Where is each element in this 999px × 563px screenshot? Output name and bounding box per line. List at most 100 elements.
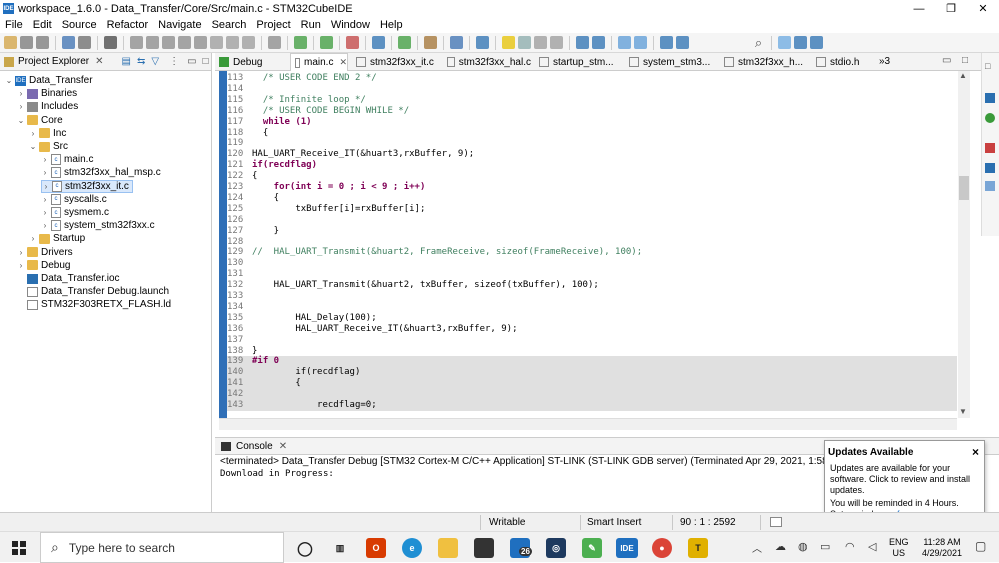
editor-tab[interactable]: stm32f3xx_it.c (352, 53, 440, 71)
chevron-right-icon[interactable]: › (42, 182, 50, 191)
perspective-a-icon[interactable] (778, 36, 791, 49)
cortana-icon[interactable]: ◯ (295, 538, 315, 558)
info-icon[interactable] (676, 36, 689, 49)
tree-item[interactable]: › Inc (29, 127, 67, 140)
chevron-down-icon[interactable]: ⌄ (29, 142, 37, 151)
menu-refactor[interactable]: Refactor (102, 19, 154, 31)
code-line[interactable]: 140 if(recdflag) (227, 367, 957, 379)
forward-icon[interactable] (634, 36, 647, 49)
volume-icon[interactable]: ◁ (868, 540, 876, 553)
code-line[interactable]: 124 { (227, 193, 957, 204)
toggle-mark-icon[interactable] (502, 36, 515, 49)
tree-item[interactable]: › c main.c (41, 153, 93, 166)
view-menu-icon[interactable]: ⋮ (169, 56, 179, 67)
code-line[interactable]: 134 (227, 302, 957, 313)
next-annotation-icon[interactable] (576, 36, 589, 49)
mail-icon[interactable]: 26 (510, 538, 532, 558)
menu-source[interactable]: Source (57, 19, 102, 31)
use-step-filters-icon[interactable] (268, 36, 281, 49)
pin-icon[interactable] (534, 36, 547, 49)
maximize-editor-icon[interactable]: □ (962, 55, 968, 66)
perspective-c-icon[interactable] (810, 36, 823, 49)
filter-icon[interactable]: ▽ (151, 56, 159, 67)
code-line[interactable]: 127 } (227, 226, 957, 237)
save-all-icon[interactable] (36, 36, 49, 49)
editor-tab[interactable]: stm32f3xx_h... (720, 53, 808, 71)
previous-annotation-icon[interactable] (592, 36, 605, 49)
chevron-right-icon[interactable]: › (41, 195, 49, 204)
problems-icon[interactable] (985, 143, 995, 153)
code-line[interactable]: 126 (227, 215, 957, 226)
code-line[interactable]: 119 (227, 138, 957, 149)
menu-search[interactable]: Search (207, 19, 252, 31)
menu-project[interactable]: Project (251, 19, 295, 31)
onedrive-icon[interactable]: ☁ (775, 540, 786, 553)
office-icon[interactable]: O (366, 538, 386, 558)
code-line[interactable]: 139 #if 0 (227, 356, 957, 368)
close-icon[interactable]: ✕ (279, 441, 287, 452)
pilcrow-icon[interactable] (550, 36, 563, 49)
task-view-icon[interactable]: ▥ (330, 538, 350, 558)
menu-file[interactable]: File (0, 19, 28, 31)
code-line[interactable]: 135 HAL_Delay(100); (227, 313, 957, 324)
tree-item[interactable]: › Startup (29, 232, 86, 245)
minimize-view-icon[interactable]: ▭ (187, 56, 196, 67)
tree-item[interactable]: › Debug (17, 259, 71, 272)
code-line[interactable]: 118 { (227, 128, 957, 139)
chevron-down-icon[interactable]: ⌄ (17, 116, 25, 125)
run-icon[interactable] (320, 36, 333, 49)
code-line[interactable]: 117 while (1) (227, 117, 957, 128)
stm32cubeide-icon[interactable]: IDE (616, 538, 638, 558)
menu-edit[interactable]: Edit (28, 19, 57, 31)
build-icon[interactable] (62, 36, 75, 49)
new-icon[interactable] (4, 36, 17, 49)
tab-overflow[interactable]: »3 (879, 56, 890, 67)
code-line[interactable]: 123 for(int i = 0 ; i < 9 ; i++) (227, 182, 957, 193)
project-explorer-tab[interactable]: Project Explorer ✕ ▤ ⇆ ▽ ⋮ ▭ □ (0, 53, 211, 71)
chevron-right-icon[interactable]: › (41, 208, 49, 217)
chevron-right-icon[interactable]: › (41, 221, 49, 230)
code-line[interactable]: 132 HAL_UART_Transmit(&huart2, txBuffer,… (227, 280, 957, 291)
code-line[interactable]: 115 /* Infinite loop */ (227, 95, 957, 106)
link-editor-icon[interactable]: ⇆ (137, 56, 145, 67)
code-line[interactable]: 122 { (227, 171, 957, 182)
collapse-all-icon[interactable]: ▤ (122, 56, 131, 67)
code-line[interactable]: 128 (227, 237, 957, 248)
windows-start-icon[interactable] (12, 541, 26, 555)
minimize-editor-icon[interactable]: ▭ (942, 55, 951, 66)
disconnect-icon[interactable] (194, 36, 207, 49)
tree-item[interactable]: › c sysmem.c (41, 206, 109, 219)
editor-tab[interactable]: system_stm3... (625, 53, 717, 71)
chevron-right-icon[interactable]: › (41, 168, 49, 177)
restore-icon[interactable]: □ (985, 61, 990, 71)
editor-tab[interactable]: startup_stm... (535, 53, 621, 71)
search-icon[interactable] (424, 36, 437, 49)
menu-window[interactable]: Window (326, 19, 375, 31)
tree-item[interactable]: Data_Transfer.ioc (17, 272, 120, 285)
toggle-highlight-icon[interactable] (518, 36, 531, 49)
tree-item[interactable]: ⌄ Core (17, 114, 63, 127)
tree-item[interactable]: › c stm32f3xx_hal_msp.c (41, 166, 161, 179)
wifi-icon[interactable]: ◠ (845, 540, 855, 553)
code-line[interactable]: 129 // HAL_UART_Transmit(&huart2, FrameRe… (227, 247, 957, 258)
code-line[interactable]: 131 (227, 269, 957, 280)
back-icon[interactable] (618, 36, 631, 49)
scrollbar-thumb[interactable] (959, 176, 969, 200)
code-editor[interactable]: 113 /* USER CODE END 2 */114 115 /* Infin… (219, 71, 957, 418)
debug-icon[interactable] (294, 36, 307, 49)
chevron-right-icon[interactable]: › (17, 261, 25, 270)
tasks-icon[interactable] (985, 163, 995, 173)
tray-chevron-icon[interactable]: ︿ (752, 540, 762, 555)
tree-item[interactable]: Data_Transfer Debug.launch (17, 285, 169, 298)
notifications-icon[interactable]: ▢ (975, 539, 986, 553)
close-icon[interactable]: ✕ (95, 56, 103, 67)
vertical-scrollbar[interactable]: ▲ ▼ (958, 71, 970, 418)
build-all-icon[interactable] (450, 36, 463, 49)
open-perspective-icon[interactable] (660, 36, 673, 49)
progress-icon[interactable] (770, 517, 782, 527)
file-explorer-icon[interactable] (438, 538, 458, 558)
new-c-project-icon[interactable] (372, 36, 385, 49)
perspective-b-icon[interactable] (794, 36, 807, 49)
close-icon[interactable]: ✕ (339, 57, 347, 68)
scroll-up-icon[interactable]: ▲ (959, 71, 967, 80)
